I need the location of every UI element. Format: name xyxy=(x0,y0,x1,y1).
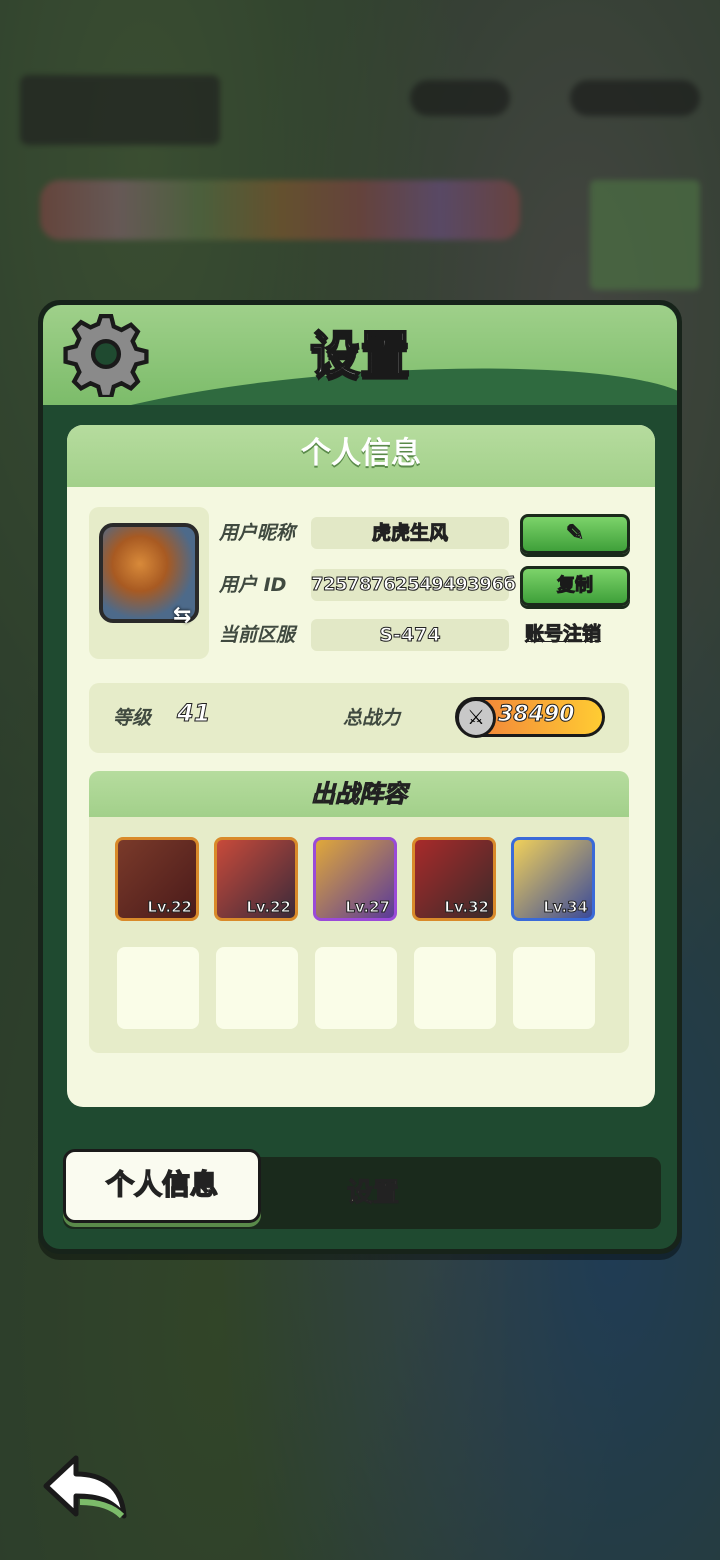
server-value: S-474 xyxy=(311,619,509,651)
hero-slot-5[interactable]: Lv.34 xyxy=(511,837,595,921)
back-arrow-icon[interactable] xyxy=(40,1450,130,1526)
hero-level: Lv.22 xyxy=(147,898,193,917)
crossed-swords-icon: ⚔ xyxy=(456,698,496,738)
dialog-header: 设置 xyxy=(43,305,677,405)
hero-slot-3[interactable]: Lv.27 xyxy=(313,837,397,921)
server-label: 当前区服 xyxy=(219,624,296,646)
power-value: 38490 xyxy=(498,702,576,728)
user-id-label: 用户 ID xyxy=(219,574,287,596)
swap-icon[interactable]: ⇆ xyxy=(173,603,199,629)
tab-settings[interactable]: 设置 xyxy=(293,1157,453,1229)
edit-icon: ✎ xyxy=(565,521,585,547)
tab-profile[interactable]: 个人信息 xyxy=(63,1149,261,1223)
profile-card: 个人信息 ⇆ 用户昵称 虎虎生风 ✎ 用户 ID 725787625494939… xyxy=(67,425,655,1107)
empty-slot[interactable] xyxy=(315,947,397,1029)
empty-slot[interactable] xyxy=(414,947,496,1029)
hero-slot-2[interactable]: Lv.22 xyxy=(214,837,298,921)
hero-slot-1[interactable]: Lv.22 xyxy=(115,837,199,921)
dialog-title: 设置 xyxy=(309,325,411,385)
profile-section-title: 个人信息 xyxy=(67,425,655,487)
lineup-box: 出战阵容 Lv.22 Lv.22 Lv.27 Lv.32 Lv.34 xyxy=(89,771,629,1053)
power-badge: ⚔ 38490 xyxy=(455,697,605,738)
empty-slot[interactable] xyxy=(513,947,595,1029)
nickname-value: 虎虎生风 xyxy=(311,517,509,549)
power-label: 总战力 xyxy=(343,707,401,729)
cancel-account-link[interactable]: 账号注销 xyxy=(524,619,601,646)
tab-bar: 个人信息 设置 xyxy=(63,1149,661,1229)
stats-box: 等级 41 总战力 ⚔ 38490 xyxy=(89,683,629,753)
hero-level: Lv.32 xyxy=(444,898,490,917)
empty-slot[interactable] xyxy=(216,947,298,1029)
hero-level: Lv.22 xyxy=(246,898,292,917)
user-id-value: 7257876254949396б xyxy=(311,569,516,601)
avatar-box: ⇆ xyxy=(89,507,209,659)
empty-slot[interactable] xyxy=(117,947,199,1029)
hero-slot-4[interactable]: Lv.32 xyxy=(412,837,496,921)
nickname-label: 用户昵称 xyxy=(219,522,296,544)
hero-level: Lv.34 xyxy=(543,898,589,917)
settings-dialog: 设置 个人信息 ⇆ 用户昵称 虎虎生风 ✎ 用户 ID 725787625494… xyxy=(38,300,682,1254)
hero-level: Lv.27 xyxy=(345,898,391,917)
copy-id-button[interactable]: 复制 xyxy=(520,566,630,606)
level-value: 41 xyxy=(176,699,211,728)
edit-nickname-button[interactable]: ✎ xyxy=(520,514,630,554)
level-label: 等级 xyxy=(113,707,152,729)
lineup-title: 出战阵容 xyxy=(89,771,629,817)
